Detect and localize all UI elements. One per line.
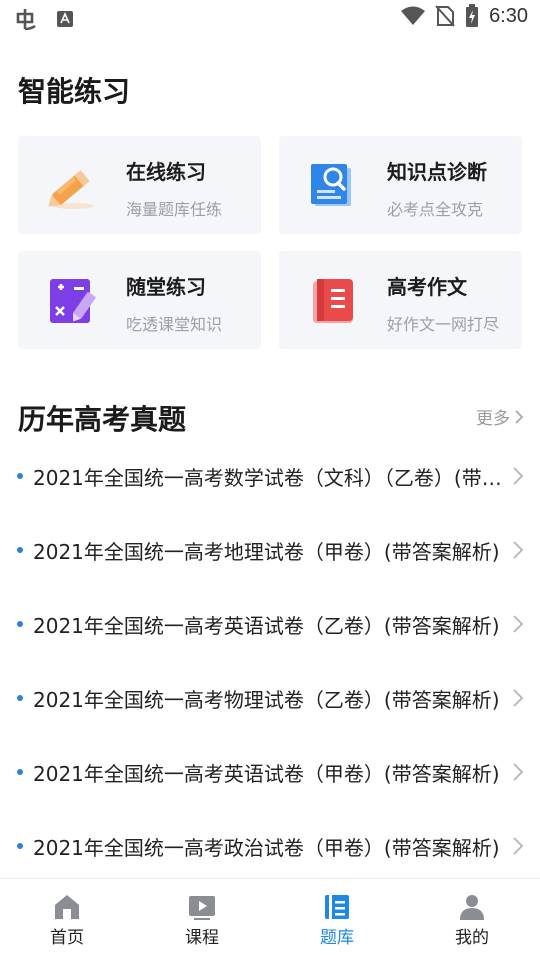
nav-label: 首页 [50,928,84,948]
nav-question-bank[interactable]: 题库 [287,879,387,960]
no-sim-icon [435,5,455,27]
card-subtitle: 必考点全攻克 [387,200,484,219]
notebook-icon [313,279,353,323]
nav-courses[interactable]: 课程 [152,879,252,960]
card-title: 在线练习 [126,160,206,184]
chevron-right-icon [515,409,524,424]
card-gaokao-essay[interactable]: 高考作文 好作文一网打尽 [279,251,522,349]
nav-label: 我的 [455,928,489,948]
bullet-dot [17,769,23,775]
exam-list-item[interactable]: 2021年全国统一高考英语试卷（乙卷）(带答案解析) [0,586,540,660]
exam-title: 2021年全国统一高考政治试卷（甲卷）(带答案解析) [33,836,500,860]
card-title: 高考作文 [387,275,467,299]
home-icon [55,895,79,919]
card-subtitle: 吃透课堂知识 [126,315,223,334]
nav-label: 题库 [320,928,354,948]
exam-list-item[interactable]: 2021年全国统一高考英语试卷（甲卷）(带答案解析) [0,734,540,808]
card-online-practice[interactable]: 在线练习 海量题库任练 [18,136,261,234]
chevron-right-icon [513,467,524,485]
status-time: 6:30 [489,4,528,27]
nav-profile[interactable]: 我的 [422,879,522,960]
app-notification-icon [16,9,36,31]
bullet-dot [17,473,23,479]
card-title: 知识点诊断 [387,160,487,184]
past-exams-title: 历年高考真题 [18,403,187,436]
exam-title: 2021年全国统一高考英语试卷（乙卷）(带答案解析) [33,614,500,638]
card-title: 随堂练习 [126,275,206,299]
exam-list-item[interactable]: 2021年全国统一高考政治试卷（甲卷）(带答案解析) [0,808,540,882]
smart-practice-title: 智能练习 [18,75,131,108]
document-search-icon [311,164,351,206]
chevron-right-icon [513,615,524,633]
pencil-icon [48,170,94,209]
card-in-class-practice[interactable]: 随堂练习 吃透课堂知识 [18,251,261,349]
chevron-right-icon [513,541,524,559]
card-subtitle: 海量题库任练 [126,200,223,219]
exam-title: 2021年全国统一高考数学试卷（文科）（乙卷）(带答案解析) [33,466,503,490]
card-subtitle: 好作文一网打尽 [387,315,500,334]
chevron-right-icon [513,689,524,707]
exam-list-item[interactable]: 2021年全国统一高考地理试卷（甲卷）(带答案解析) [0,512,540,586]
exam-list-item[interactable]: 2021年全国统一高考物理试卷（乙卷）(带答案解析) [0,660,540,734]
chevron-right-icon [513,763,524,781]
bullet-dot [17,695,23,701]
formula-pencil-icon [50,279,96,323]
bullet-dot [17,547,23,553]
bullet-dot [17,621,23,627]
question-bank-icon [325,895,349,919]
more-label: 更多 [476,409,510,429]
exam-list-item[interactable]: 2021年全国统一高考数学试卷（文科）（乙卷）(带答案解析) [0,438,540,512]
status-bar: 6:30 [0,0,540,38]
exam-title: 2021年全国统一高考地理试卷（甲卷）(带答案解析) [33,540,500,564]
nav-label: 课程 [185,928,219,948]
keyboard-notification-icon [57,11,73,27]
wifi-icon [401,6,426,25]
exam-title: 2021年全国统一高考英语试卷（甲卷）(带答案解析) [33,762,500,786]
play-video-icon [189,896,215,920]
exam-list: 2021年全国统一高考数学试卷（文科）（乙卷）(带答案解析) 2021年全国统一… [0,438,540,882]
card-knowledge-diagnosis[interactable]: 知识点诊断 必考点全攻克 [279,136,522,234]
exam-title: 2021年全国统一高考物理试卷（乙卷）(带答案解析) [33,688,500,712]
profile-icon [460,895,484,920]
bullet-dot [17,843,23,849]
nav-home[interactable]: 首页 [17,879,117,960]
more-link[interactable]: 更多 [476,404,524,429]
chevron-right-icon [513,837,524,855]
battery-charging-icon [466,4,479,27]
bottom-nav: 首页 课程 题库 我的 [0,878,540,960]
